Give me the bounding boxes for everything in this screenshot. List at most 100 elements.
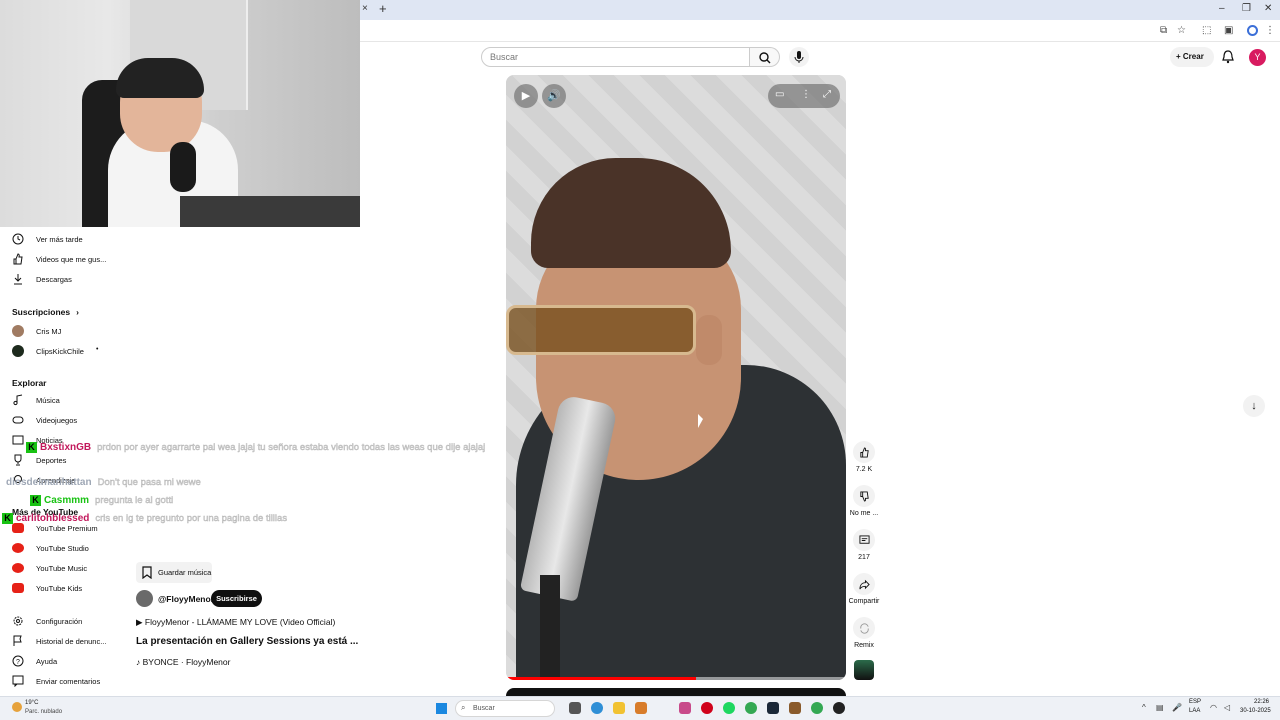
- clock-date[interactable]: 30-10-2025: [1240, 708, 1271, 714]
- chat-message: K BxstixnGB prdon por ayer agarrarte pal w…: [26, 442, 486, 453]
- install-app-icon[interactable]: ⧉: [1160, 25, 1167, 36]
- close-tab-icon[interactable]: ×: [362, 3, 368, 14]
- sidebar-item-report-history[interactable]: Historial de denunc...: [0, 632, 115, 652]
- notifications-bell-icon[interactable]: [1222, 50, 1234, 64]
- chrome-icon[interactable]: [745, 702, 757, 714]
- dislike-button[interactable]: No me ...: [846, 485, 882, 517]
- sidebar-item-label: Descargas: [36, 275, 72, 284]
- chat-text: cris en ig te pregunto por una pagina de…: [95, 513, 288, 525]
- video-description[interactable]: La presentación en Gallery Sessions ya e…: [136, 636, 358, 647]
- itunes-icon[interactable]: [679, 702, 691, 714]
- tray-expand-icon[interactable]: ^: [1142, 703, 1146, 712]
- sidebar-item-youtube-kids[interactable]: YouTube Kids: [0, 579, 115, 599]
- browser-profile-icon[interactable]: [1247, 25, 1258, 36]
- sidebar-item-sports[interactable]: Deportes: [0, 451, 115, 471]
- taskbar-search[interactable]: ⌕ Buscar: [455, 700, 555, 717]
- sidebar-item-label: YouTube Studio: [36, 544, 89, 553]
- shorts-video-player[interactable]: ▶ 🔊 ▭ ⋮ ⤢: [506, 75, 846, 680]
- weather-temperature[interactable]: 19°C: [25, 700, 38, 706]
- steam-icon[interactable]: [767, 702, 779, 714]
- weather-description[interactable]: Parc. nublado: [25, 709, 62, 715]
- chat-username: Casmmm: [44, 495, 90, 506]
- svg-text:?: ?: [16, 659, 20, 666]
- voice-search-button[interactable]: [789, 47, 809, 67]
- obs-icon[interactable]: [833, 702, 845, 714]
- channel-avatar: [12, 345, 24, 357]
- chat-username: diosdelmanhattan: [6, 477, 92, 488]
- sidebar-item-cris-mj[interactable]: Cris MJ: [0, 322, 115, 342]
- create-button[interactable]: + Crear: [1170, 47, 1214, 67]
- app-a-icon[interactable]: [635, 702, 647, 714]
- captions-icon[interactable]: ▭: [775, 89, 784, 100]
- music-note-icon: [13, 394, 23, 406]
- wifi-icon[interactable]: ◠: [1210, 703, 1217, 712]
- close-window-icon[interactable]: ✕: [1264, 3, 1272, 14]
- sidebar-item-clipskickchile[interactable]: ClipsKickChile •: [0, 342, 115, 362]
- input-language[interactable]: ESP: [1189, 699, 1201, 705]
- file-explorer-icon[interactable]: [613, 702, 625, 714]
- extensions-icon[interactable]: ⬚: [1202, 25, 1211, 36]
- play-icon: ▶: [521, 90, 531, 102]
- sidebar-item-youtube-music[interactable]: YouTube Music: [0, 559, 115, 579]
- play-button[interactable]: ▶: [514, 84, 538, 108]
- webcam-person-hair: [116, 58, 204, 98]
- sidebar-item-youtube-studio[interactable]: YouTube Studio: [0, 539, 115, 559]
- spotify-icon[interactable]: [723, 702, 735, 714]
- next-video-button[interactable]: ↓: [1243, 395, 1265, 417]
- help-icon: ?: [12, 655, 24, 667]
- save-music-button[interactable]: Guardar música: [136, 562, 212, 583]
- youtube-kids-icon: [12, 583, 24, 593]
- edge-icon[interactable]: [591, 702, 603, 714]
- sidebar-item-gaming[interactable]: Videojuegos: [0, 411, 115, 431]
- channel-avatar[interactable]: [136, 590, 153, 607]
- search-input[interactable]: Buscar: [481, 47, 750, 67]
- app-brown-icon[interactable]: [789, 702, 801, 714]
- sidebar-item-music[interactable]: Música: [0, 391, 115, 411]
- progress-bar[interactable]: [506, 677, 846, 680]
- sidebar-panel-icon[interactable]: ▣: [1224, 25, 1233, 36]
- like-button[interactable]: 7.2 K: [846, 441, 882, 473]
- more-options-icon[interactable]: ⋮: [801, 89, 811, 100]
- gear-icon: [13, 616, 23, 626]
- clock-icon: [12, 233, 24, 245]
- keyboard-layout[interactable]: LAA: [1189, 708, 1200, 714]
- sidebar-item-help[interactable]: ? Ayuda: [0, 652, 115, 672]
- sidebar-item-label: Configuración: [36, 617, 83, 626]
- media-player-icon[interactable]: [701, 702, 713, 714]
- speaker-icon[interactable]: ◁: [1224, 703, 1230, 712]
- network-tray-icon[interactable]: ▤: [1156, 703, 1164, 712]
- song-link[interactable]: ▶ FloyyMenor - LLÁMAME MY LOVE (Video Of…: [136, 617, 335, 628]
- clock-time[interactable]: 22:26: [1254, 699, 1269, 705]
- sidebar-item-downloads[interactable]: Descargas: [0, 270, 115, 290]
- sidebar-item-watch-later[interactable]: Ver más tarde: [0, 230, 115, 250]
- thumbs-down-icon: [859, 490, 869, 502]
- sidebar-item-label: Videojuegos: [36, 416, 78, 425]
- channel-handle[interactable]: @FloyyMenor: [158, 594, 214, 604]
- windows-start-icon[interactable]: [436, 703, 447, 714]
- sidebar-item-settings[interactable]: Configuración: [0, 612, 115, 632]
- comment-count: 217: [858, 554, 870, 561]
- sidebar-item-send-feedback[interactable]: Enviar comentarios: [0, 672, 115, 692]
- subscriptions-heading[interactable]: Suscripciones ›: [12, 307, 79, 317]
- browser-menu-icon[interactable]: ⋮: [1265, 25, 1275, 36]
- search-button[interactable]: [750, 47, 780, 67]
- sound-thumbnail[interactable]: [854, 660, 874, 680]
- new-tab-icon[interactable]: +: [379, 1, 387, 16]
- fullscreen-icon[interactable]: ⤢: [823, 89, 831, 100]
- sidebar-item-liked-videos[interactable]: Videos que me gus...: [0, 250, 115, 270]
- chrome-profile-icon[interactable]: [811, 702, 823, 714]
- audio-credit-link[interactable]: ♪ BYONCE · FloyyMenor: [136, 657, 230, 667]
- volume-button[interactable]: 🔊: [542, 84, 566, 108]
- comments-button[interactable]: 217: [846, 529, 882, 561]
- weather-icon[interactable]: [12, 702, 22, 712]
- restore-icon[interactable]: ❐: [1242, 3, 1251, 14]
- share-button[interactable]: Compartir: [846, 573, 882, 605]
- minimize-icon[interactable]: –: [1219, 3, 1225, 14]
- bookmark-star-icon[interactable]: ☆: [1177, 25, 1186, 36]
- kick-badge-icon: K: [30, 495, 41, 506]
- remix-button[interactable]: Remix: [846, 617, 882, 649]
- account-avatar[interactable]: Y: [1249, 49, 1266, 66]
- subscribe-button[interactable]: Suscribirse: [211, 590, 262, 607]
- mic-tray-icon[interactable]: 🎤: [1172, 703, 1182, 712]
- task-view-icon[interactable]: [569, 702, 581, 714]
